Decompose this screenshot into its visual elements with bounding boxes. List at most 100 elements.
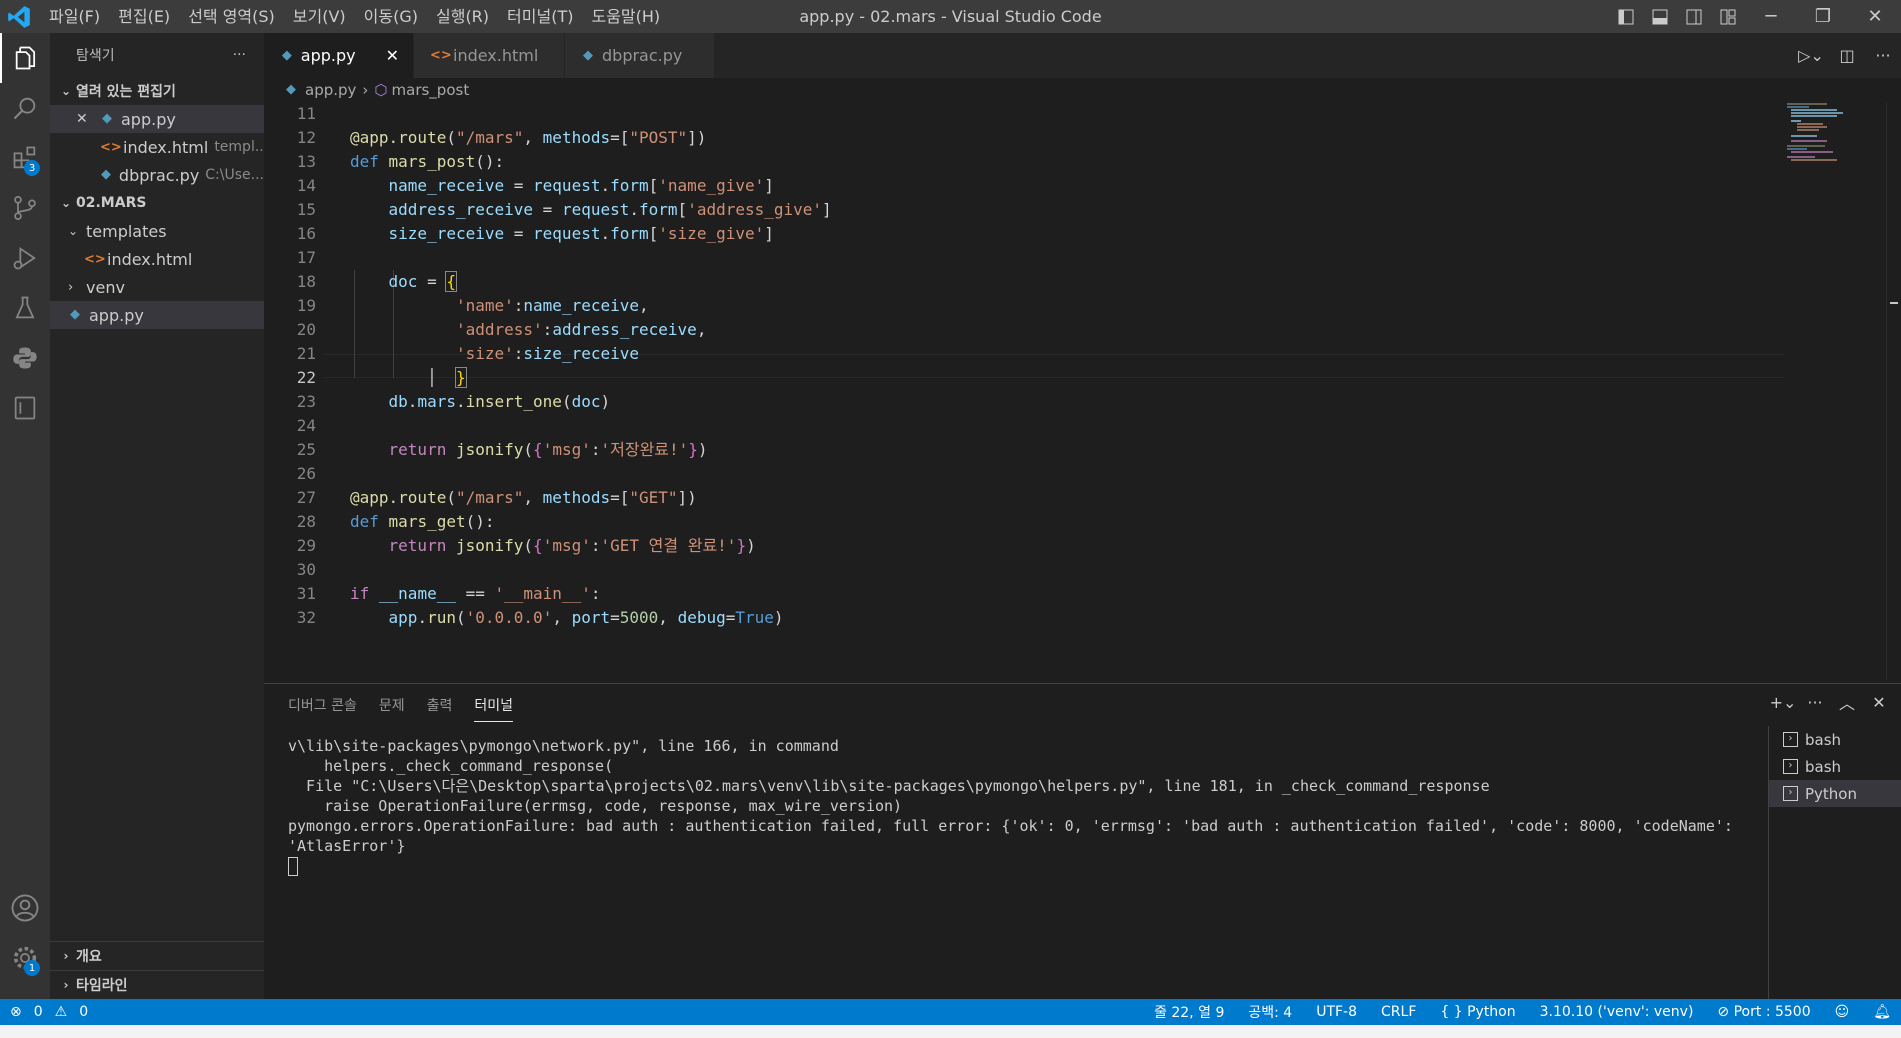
code-line: │ }	[350, 367, 467, 388]
close-panel-icon[interactable]: ✕	[1863, 693, 1895, 712]
remote-explorer-icon[interactable]	[0, 383, 50, 433]
terminal-item-bash-1[interactable]: › bash	[1769, 726, 1901, 753]
open-editor-label: index.html	[123, 137, 209, 157]
testing-icon[interactable]	[0, 283, 50, 333]
python-interpreter[interactable]: 3.10.10 ('venv': venv)	[1540, 1004, 1694, 1020]
customize-layout-icon[interactable]	[1711, 0, 1745, 33]
language-mode[interactable]: { } Python	[1440, 1004, 1515, 1020]
line-number: 20	[296, 320, 316, 339]
close-window-icon[interactable]: ✕	[1849, 0, 1901, 33]
live-server-port[interactable]: ⊘ Port : 5500	[1717, 1004, 1810, 1020]
more-actions-icon[interactable]: ···	[1799, 693, 1831, 712]
source-control-icon[interactable]	[0, 183, 50, 233]
python-icon[interactable]	[0, 333, 50, 383]
more-actions-icon[interactable]: ···	[233, 47, 246, 63]
open-editor-app-py[interactable]: ✕ ◆ app.py	[50, 105, 264, 133]
tab-dbprac-py[interactable]: ◆ dbprac.py	[565, 33, 715, 78]
encoding[interactable]: UTF-8	[1316, 1004, 1357, 1020]
breadcrumb-symbol[interactable]: mars_post	[392, 81, 470, 99]
timeline-section[interactable]: › 타임라인	[50, 970, 264, 999]
minimap[interactable]	[1787, 102, 1883, 182]
extensions-icon[interactable]: 3	[0, 133, 50, 183]
tab-index-html[interactable]: <> index.html	[414, 33, 565, 78]
tab-label: app.py	[300, 46, 356, 65]
tree-folder-venv[interactable]: › venv	[50, 273, 264, 301]
terminal-output[interactable]: v\lib\site-packages\pymongo\network.py",…	[288, 736, 1788, 876]
project-folder-label: 02.MARS	[76, 195, 147, 211]
settings-gear-icon[interactable]: 1	[0, 933, 50, 983]
editor-group: ◆ app.py ✕ <> index.html ◆ dbprac.py ▷⌄ …	[264, 33, 1901, 683]
tab-app-py[interactable]: ◆ app.py ✕	[264, 33, 414, 78]
breadcrumb-file[interactable]: app.py	[305, 81, 356, 99]
line-number: 25	[296, 440, 316, 459]
tab-problems[interactable]: 문제	[379, 689, 405, 721]
terminal-cursor	[288, 857, 298, 876]
warning-count: 0	[79, 1004, 89, 1020]
menu-selection[interactable]: 선택 영역(S)	[179, 0, 284, 33]
toggle-secondary-sidebar-icon[interactable]	[1677, 0, 1711, 33]
account-icon[interactable]	[0, 883, 50, 933]
menu-go[interactable]: 이동(G)	[355, 0, 427, 33]
tree-label: venv	[86, 277, 125, 297]
terminal-line: File "C:\Users\다은\Desktop\sparta\project…	[288, 777, 1490, 795]
terminal-line: 'AtlasError'}	[288, 837, 406, 855]
tree-file-index-html[interactable]: <> index.html	[50, 245, 264, 273]
extensions-badge: 3	[24, 160, 40, 176]
code-line: return jsonify({'msg':'GET 연결 완료!'})	[388, 536, 756, 555]
open-editors-section[interactable]: ⌄ 열려 있는 편집기	[50, 77, 264, 105]
restore-icon[interactable]: ❐	[1797, 0, 1849, 33]
new-terminal-icon[interactable]: +⌄	[1767, 693, 1799, 712]
outline-section[interactable]: › 개요	[50, 941, 264, 970]
toggle-panel-icon[interactable]	[1643, 0, 1677, 33]
tab-output[interactable]: 출력	[427, 689, 453, 721]
open-editor-index-html[interactable]: <> index.html templ...	[50, 133, 264, 161]
end-of-line[interactable]: CRLF	[1381, 1004, 1416, 1020]
settings-badge: 1	[24, 960, 40, 976]
more-actions-icon[interactable]: ···	[1865, 46, 1901, 65]
menu-terminal[interactable]: 터미널(T)	[498, 0, 582, 33]
python-file-icon: ◆	[281, 47, 292, 63]
project-folder-section[interactable]: ⌄ 02.MARS	[50, 189, 264, 217]
tree-folder-templates[interactable]: ⌄ templates	[50, 217, 264, 245]
chevron-right-icon: ›	[63, 978, 69, 992]
line-number: 16	[296, 224, 316, 243]
explorer-title: 탐색기	[76, 48, 115, 64]
cursor-position[interactable]: 줄 22, 열 9	[1154, 1002, 1224, 1022]
terminal-item-bash-2[interactable]: › bash	[1769, 753, 1901, 780]
line-number: 30	[296, 560, 316, 579]
toggle-primary-sidebar-icon[interactable]	[1609, 0, 1643, 33]
menu-view[interactable]: 보기(V)	[284, 0, 355, 33]
problems-indicator[interactable]: ⊗ 0 ⚠ 0	[0, 1004, 88, 1020]
indentation[interactable]: 공백: 4	[1248, 1002, 1292, 1022]
notifications-bell-icon[interactable]: 🔔︎	[1873, 1004, 1891, 1020]
minimize-icon[interactable]: ─	[1745, 0, 1797, 33]
menu-edit[interactable]: 편집(E)	[109, 0, 179, 33]
split-editor-icon[interactable]: ◫	[1829, 46, 1865, 65]
maximize-panel-icon[interactable]: ︿	[1831, 690, 1863, 714]
terminal-icon: ›	[1783, 786, 1798, 801]
explorer-icon[interactable]	[0, 33, 50, 83]
tab-debug-console[interactable]: 디버그 콘솔	[288, 689, 357, 721]
tab-terminal[interactable]: 터미널	[474, 689, 514, 722]
run-debug-icon[interactable]	[0, 233, 50, 283]
code-editor[interactable]: 11 12 @app.route("/mars", methods=["POST"…	[264, 102, 1784, 680]
close-tab-icon[interactable]: ✕	[386, 46, 399, 65]
terminal-item-python[interactable]: › Python	[1769, 780, 1901, 807]
menu-run[interactable]: 실행(R)	[427, 0, 498, 33]
open-editor-dbprac-py[interactable]: ◆ dbprac.py C:\Use...	[50, 161, 264, 189]
close-editor-icon[interactable]: ✕	[76, 111, 96, 127]
feedback-icon[interactable]: ☺	[1835, 1004, 1850, 1020]
tree-file-app-py[interactable]: ◆ app.py	[50, 301, 264, 329]
menu-file[interactable]: 파일(F)	[40, 0, 109, 33]
panel-tabs: 디버그 콘솔 문제 출력 터미널	[264, 684, 1901, 726]
search-icon[interactable]	[0, 83, 50, 133]
editor-scrollbar[interactable]	[1886, 102, 1901, 680]
os-taskbar-edge	[0, 1025, 1901, 1038]
menu-help[interactable]: 도움말(H)	[582, 0, 669, 33]
terminal-name: Python	[1805, 784, 1857, 803]
line-number: 23	[296, 392, 316, 411]
open-editor-path: C:\Use...	[205, 167, 264, 183]
run-python-file-icon[interactable]: ▷⌄	[1793, 46, 1829, 65]
line-number: 29	[296, 536, 316, 555]
activity-bar: 3 1	[0, 33, 50, 999]
